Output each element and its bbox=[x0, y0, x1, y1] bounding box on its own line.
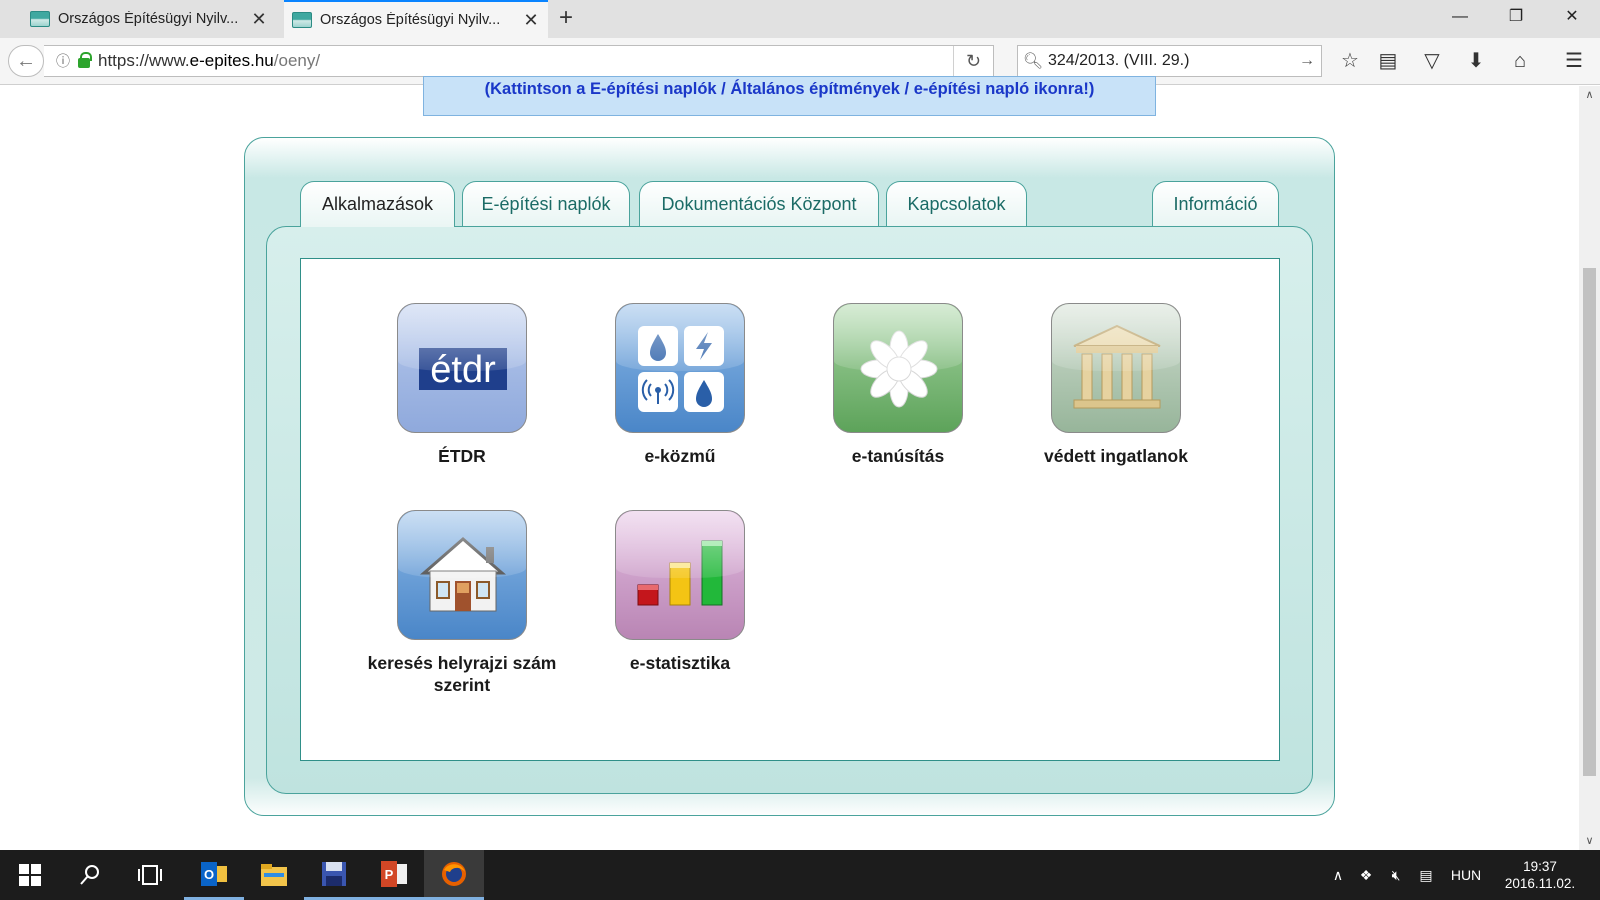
action-center-icon[interactable]: ▤ bbox=[1412, 850, 1440, 900]
reading-list-icon[interactable]: ▤ bbox=[1370, 46, 1406, 76]
url-scheme: https://www. bbox=[98, 51, 190, 70]
show-hidden-icons-icon[interactable]: ∧ bbox=[1326, 850, 1350, 900]
instruction-notice: (Kattintson a E-építési naplók / Általán… bbox=[423, 76, 1156, 116]
bookmark-star-icon[interactable]: ☆ bbox=[1332, 46, 1368, 76]
app-label: keresés helyrajzi szám szerint bbox=[367, 653, 557, 695]
etdr-logo-text: étdr bbox=[430, 349, 496, 391]
tab-alkalmazasok[interactable]: Alkalmazások bbox=[300, 181, 455, 227]
search-icon: 🔍︎ bbox=[1022, 53, 1044, 70]
url-path: /oeny/ bbox=[273, 51, 321, 70]
close-window-button[interactable]: ✕ bbox=[1544, 0, 1600, 34]
windows-start-icon[interactable] bbox=[0, 850, 60, 900]
tab-e-epitesi-naplok[interactable]: E-építési naplók bbox=[462, 181, 630, 227]
browser-tab-active[interactable]: Országos Építésügyi Nyilv... ✕ bbox=[284, 0, 548, 38]
search-go-arrow-icon[interactable]: → bbox=[1293, 52, 1321, 70]
svg-text:P: P bbox=[385, 867, 394, 882]
app-e-kozmu[interactable]: e-közmű bbox=[580, 303, 780, 467]
clock-date: 2016.11.02. bbox=[1504, 876, 1576, 891]
app-kereses-helyrajzi-szam[interactable]: keresés helyrajzi szám szerint bbox=[362, 510, 562, 696]
minimize-window-button[interactable]: — bbox=[1432, 0, 1488, 34]
volume-muted-icon[interactable]: 🔇︎ bbox=[1382, 850, 1410, 900]
back-button[interactable]: ← bbox=[8, 45, 44, 77]
search-icon[interactable] bbox=[60, 850, 120, 900]
app-label: e-tanúsítás bbox=[851, 446, 945, 466]
address-bar[interactable]: ⓘ https://www.e-epites.hu/oeny/ ↻ bbox=[44, 45, 994, 77]
url-text[interactable]: https://www.e-epites.hu/oeny/ bbox=[98, 51, 320, 71]
restore-window-button[interactable]: ❐ bbox=[1488, 0, 1544, 34]
tab-kapcsolatok[interactable]: Kapcsolatok bbox=[886, 181, 1027, 227]
site-favicon-icon bbox=[292, 12, 312, 28]
scroll-up-icon[interactable]: ∧ bbox=[1579, 86, 1600, 104]
system-clock[interactable]: 19:37 2016.11.02. bbox=[1500, 858, 1580, 892]
utilities-grid-icon[interactable] bbox=[615, 303, 745, 433]
app-label: e-statisztika bbox=[629, 653, 731, 673]
svg-text:O: O bbox=[204, 867, 214, 882]
powerpoint-icon[interactable]: P bbox=[364, 850, 424, 900]
browser-tab[interactable]: Országos Építésügyi Nyilv... ✕ bbox=[22, 0, 276, 38]
task-view-icon[interactable] bbox=[120, 850, 180, 900]
app-vedett-ingatlanok[interactable]: védett ingatlanok bbox=[1016, 303, 1216, 467]
tab-dokumentacios-kozpont[interactable]: Dokumentációs Központ bbox=[639, 181, 879, 227]
browser-tab-title: Országos Építésügyi Nyilv... bbox=[58, 11, 239, 27]
site-favicon-icon bbox=[30, 11, 50, 27]
outlook-icon[interactable]: O bbox=[184, 850, 244, 900]
scroll-down-icon[interactable]: ∨ bbox=[1579, 832, 1600, 850]
reload-icon[interactable]: ↻ bbox=[953, 46, 993, 76]
pocket-icon[interactable]: ▽ bbox=[1414, 46, 1450, 76]
clock-time: 19:37 bbox=[1523, 859, 1557, 874]
scrollbar-thumb[interactable] bbox=[1583, 268, 1596, 776]
url-host: e-epites.hu bbox=[189, 51, 274, 70]
browser-tab-strip: Országos Építésügyi Nyilv... ✕ Országos … bbox=[0, 0, 1600, 38]
save-disk-icon[interactable] bbox=[304, 850, 364, 900]
app-label: ÉTDR bbox=[438, 446, 486, 466]
download-icon[interactable]: ⬇ bbox=[1458, 46, 1494, 76]
tab-informacio[interactable]: Információ bbox=[1152, 181, 1279, 227]
firefox-icon[interactable] bbox=[424, 850, 484, 900]
close-tab-icon[interactable]: ✕ bbox=[250, 9, 268, 30]
menu-icon[interactable]: ☰ bbox=[1556, 46, 1592, 76]
app-label: védett ingatlanok bbox=[1044, 446, 1188, 466]
new-tab-button[interactable]: + bbox=[554, 6, 578, 32]
arrow-left-icon: ← bbox=[16, 50, 36, 72]
browser-tab-title: Országos Építésügyi Nyilv... bbox=[320, 12, 501, 28]
file-explorer-icon[interactable] bbox=[244, 850, 304, 900]
home-icon[interactable]: ⌂ bbox=[1502, 46, 1538, 76]
app-e-statisztika[interactable]: e-statisztika bbox=[580, 510, 780, 674]
network-icon[interactable]: ❖ bbox=[1352, 850, 1380, 900]
lock-icon bbox=[78, 52, 92, 68]
search-input[interactable] bbox=[1048, 52, 1293, 70]
snowflake-asterisk-icon[interactable] bbox=[833, 303, 963, 433]
house-icon[interactable] bbox=[397, 510, 527, 640]
search-bar[interactable]: 🔍︎ → bbox=[1017, 45, 1322, 77]
close-tab-icon[interactable]: ✕ bbox=[522, 10, 540, 31]
app-label: e-közmű bbox=[644, 446, 716, 466]
language-indicator[interactable]: HUN bbox=[1444, 850, 1488, 900]
classical-building-icon[interactable] bbox=[1051, 303, 1181, 433]
info-icon[interactable]: ⓘ bbox=[52, 51, 74, 71]
windows-taskbar: O P ∧ ❖ 🔇︎ ▤ HUN 19:37 2016.11.02. bbox=[0, 850, 1600, 900]
page-scrollbar[interactable]: ∧ ∨ bbox=[1579, 86, 1600, 850]
etdr-logo-icon[interactable]: étdr bbox=[397, 303, 527, 433]
app-e-tanusitas[interactable]: e-tanúsítás bbox=[798, 303, 998, 467]
bar-chart-icon[interactable] bbox=[615, 510, 745, 640]
app-etdr[interactable]: étdr ÉTDR bbox=[362, 303, 562, 467]
